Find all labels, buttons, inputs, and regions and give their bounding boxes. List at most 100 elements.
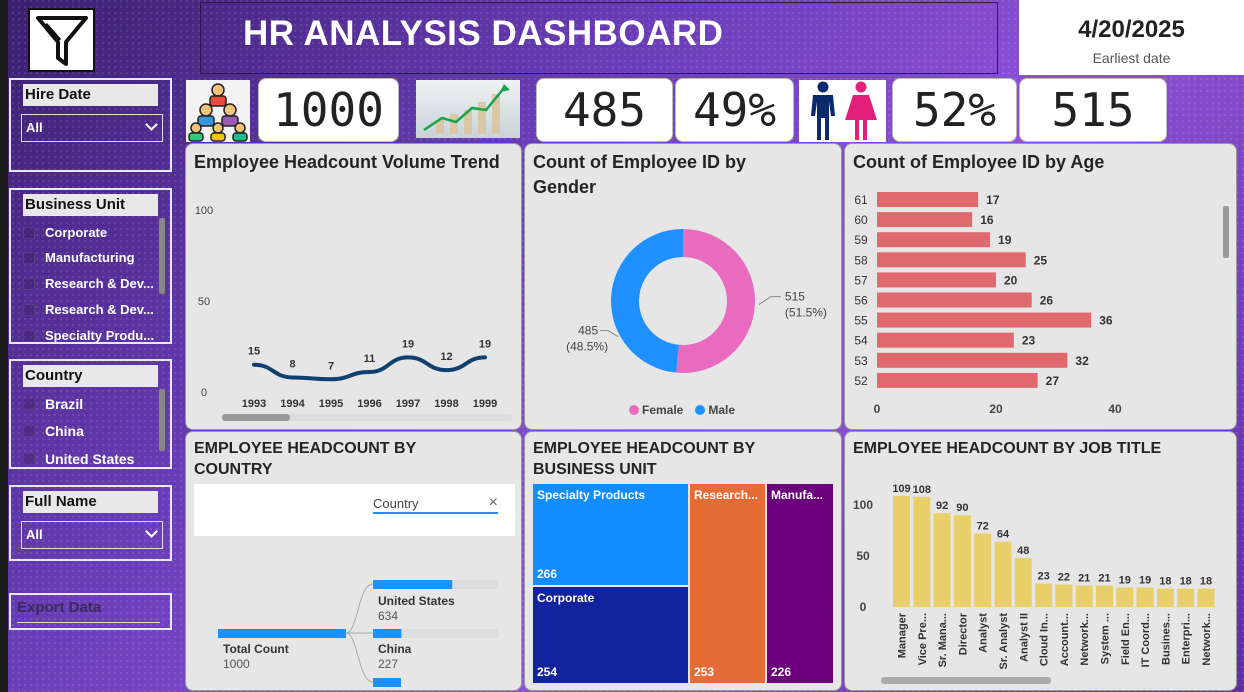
export-data-button[interactable]: Export Data xyxy=(9,593,172,630)
job-bar xyxy=(1116,587,1134,607)
y-tick-label: 53 xyxy=(854,354,868,368)
data-label: (51.5%) xyxy=(785,306,827,320)
horizontal-scrollbar[interactable] xyxy=(222,414,512,421)
data-label: 19 xyxy=(1139,575,1151,587)
x-tick-label: 40 xyxy=(1108,402,1122,416)
checkbox[interactable] xyxy=(23,251,35,264)
treemap-tile[interactable]: Specialty Products 266 xyxy=(533,484,688,585)
data-label: 15 xyxy=(248,346,260,358)
x-tick-label: Account... xyxy=(1059,613,1071,666)
treemap-tile-value: 266 xyxy=(537,567,558,581)
business-unit-treemap[interactable]: Specialty Products 266 Corporate 254 Researc… xyxy=(533,484,835,685)
job-bar xyxy=(1055,584,1073,607)
checkbox[interactable] xyxy=(23,303,35,316)
treemap-tile[interactable]: Corporate 254 xyxy=(533,587,688,683)
country-item[interactable]: China xyxy=(23,423,84,439)
bu-item[interactable]: Manufacturing xyxy=(23,250,135,265)
data-label: 27 xyxy=(1046,374,1060,388)
bu-item-label: Manufacturing xyxy=(45,250,135,265)
treemap-tile-label: Manufa... xyxy=(771,488,824,502)
horizontal-scrollbar[interactable] xyxy=(881,677,1051,684)
headcount-trend-chart[interactable]: 100 50 0 15 1993 8 1994 7 1995 11 1996 19 1997 12 1998… xyxy=(186,144,522,430)
data-label: 90 xyxy=(956,502,968,514)
bu-item[interactable]: Research & Dev... xyxy=(23,276,154,291)
job-bar xyxy=(1177,588,1195,607)
data-label: 32 xyxy=(1075,354,1089,368)
data-label: 8 xyxy=(289,358,295,370)
job-bar xyxy=(1075,585,1093,607)
full-name-dropdown[interactable]: All xyxy=(21,521,163,549)
slicer-scrollbar[interactable] xyxy=(159,389,165,451)
x-tick-label: Manager xyxy=(897,612,909,658)
bu-item[interactable]: Research & Dev... xyxy=(23,302,154,317)
gender-donut-chart[interactable]: 515 (51.5%) 485 (48.5%) xyxy=(525,144,842,430)
x-tick-label: System ... xyxy=(1100,613,1112,664)
checkbox[interactable] xyxy=(23,277,35,290)
data-label: 16 xyxy=(980,213,994,227)
donut-slice-male xyxy=(610,229,683,373)
job-bar xyxy=(1156,588,1174,607)
filter-logo[interactable] xyxy=(28,8,95,72)
y-tick-label: 52 xyxy=(854,374,868,388)
data-label: (48.5%) xyxy=(566,340,608,354)
checkbox[interactable] xyxy=(23,425,35,437)
treemap-tile[interactable]: Manufa... 226 xyxy=(767,484,833,683)
checkbox[interactable] xyxy=(23,226,35,239)
country-item-label: China xyxy=(45,423,84,439)
y-tick-label: 0 xyxy=(201,387,207,399)
checkbox[interactable] xyxy=(23,329,35,342)
data-label: 21 xyxy=(1098,573,1110,585)
age-bar xyxy=(877,312,1092,328)
country-value: 227 xyxy=(378,657,398,671)
legend-female[interactable]: Female xyxy=(629,403,683,417)
hire-date-dropdown[interactable]: All xyxy=(21,114,163,142)
treemap-tile-label: Corporate xyxy=(537,591,595,605)
age-bar xyxy=(877,272,996,288)
bu-item[interactable]: Specialty Produ... xyxy=(23,328,154,343)
connector-line xyxy=(345,632,374,683)
job-bar xyxy=(994,541,1012,607)
treemap-tile[interactable]: Research... 253 xyxy=(690,484,765,683)
business-unit-label: Business Unit xyxy=(23,194,158,216)
x-tick-label: Enterpri... xyxy=(1181,613,1193,664)
y-tick-label: 56 xyxy=(854,294,868,308)
job-bar xyxy=(1096,585,1113,607)
age-bar-chart[interactable]: 61 17 60 16 59 19 58 25 57 20 56 26 55 36 54 23 53 32 52 27… xyxy=(845,144,1237,430)
y-tick-label: 59 xyxy=(854,233,868,247)
x-tick-label: Network... xyxy=(1079,613,1091,666)
job-title-bar-chart[interactable]: 100 50 0 109 Manager 108 Vice Pre... 92 Sr. Mana… xyxy=(845,432,1237,691)
checkbox[interactable] xyxy=(23,453,35,465)
y-tick-label: 57 xyxy=(854,273,868,287)
kpi-female-percent: 52% xyxy=(892,78,1017,142)
root-bar xyxy=(218,629,346,638)
legend-male[interactable]: Male xyxy=(695,403,735,417)
country-item[interactable]: United States xyxy=(23,451,134,467)
y-tick-label: 100 xyxy=(853,498,873,512)
checkbox[interactable] xyxy=(23,398,35,410)
vertical-scrollbar[interactable] xyxy=(1223,206,1229,258)
data-label: 48 xyxy=(1017,545,1029,557)
data-label: 485 xyxy=(578,324,598,338)
business-unit-slicer: Business Unit Corporate Manufacturing Re… xyxy=(9,188,172,344)
x-tick-label: 1995 xyxy=(319,398,343,410)
bu-item-label: Research & Dev... xyxy=(45,302,154,317)
data-label: 19 xyxy=(479,338,491,350)
slicer-scrollbar[interactable] xyxy=(159,218,165,294)
country-bar xyxy=(373,580,453,589)
bu-item[interactable]: Corporate xyxy=(23,225,107,240)
kpi-total-employees: 1000 xyxy=(258,78,399,142)
headcount-trend-panel: Employee Headcount Volume Trend 100 50 0 15… xyxy=(185,143,522,430)
x-tick-label: Sr. Mana... xyxy=(937,613,949,667)
age-bar xyxy=(877,372,1038,388)
x-tick-label: Analyst II xyxy=(1018,613,1030,662)
treemap-tile-label: Research... xyxy=(694,488,759,502)
gender-icon xyxy=(799,80,886,142)
data-label: 20 xyxy=(1004,273,1018,287)
data-label: 19 xyxy=(998,233,1012,247)
funnel-icon xyxy=(35,16,88,66)
business-unit-panel: EMPLOYEE HEADCOUNT BY BUSINESS UNIT Spec… xyxy=(524,431,842,691)
leader-line xyxy=(758,296,781,305)
country-bar xyxy=(373,629,402,638)
y-tick-label: 58 xyxy=(854,253,868,267)
country-item[interactable]: Brazil xyxy=(23,396,83,412)
